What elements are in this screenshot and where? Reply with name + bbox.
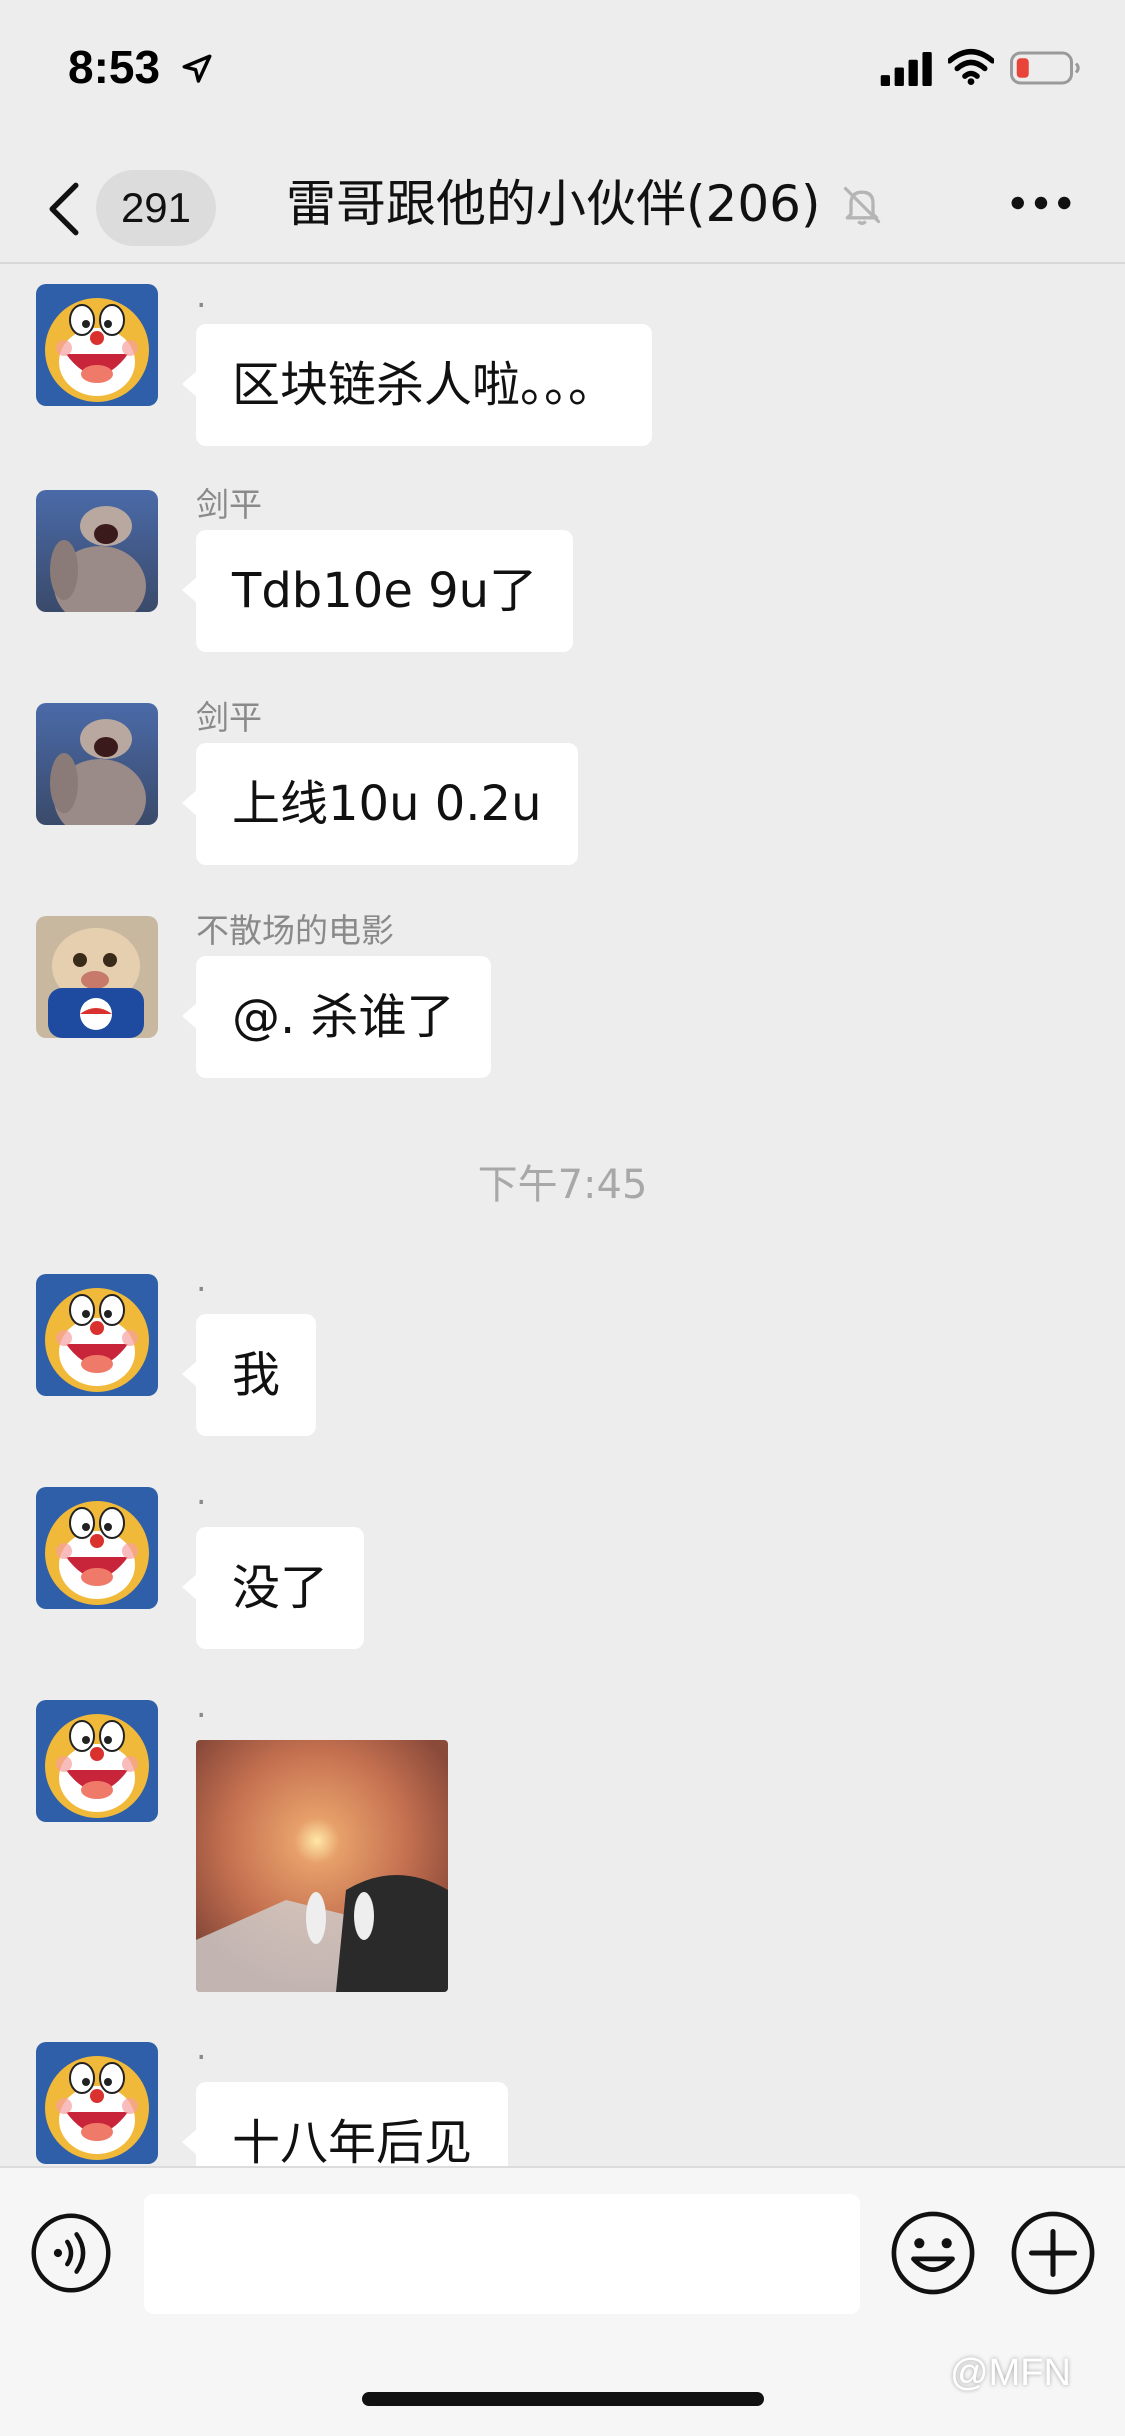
sender-name: . (196, 1260, 207, 1299)
wifi-icon (948, 48, 994, 85)
emoji-icon[interactable] (890, 2210, 976, 2296)
status-bar: 8:53 (0, 0, 1125, 140)
message-input[interactable] (144, 2194, 860, 2314)
message-bubble[interactable]: 我 (181, 1314, 317, 1436)
sender-name: . (196, 276, 207, 315)
battery-low-icon (1010, 51, 1080, 85)
sender-name: . (196, 1473, 207, 1512)
chat-title: 雷哥跟他的小伙伴(206) (286, 175, 821, 233)
sender-name: 剑平 (196, 485, 262, 524)
message-list[interactable]: . 区块链杀人啦。。。 剑平 Tdb10e 9u了 剑平 上线10u 0.2u … (0, 266, 1125, 2166)
more-dots-icon[interactable] (1010, 180, 1072, 226)
sender-name: 不散场的电影 (196, 911, 394, 950)
monkey-avatar[interactable] (36, 703, 158, 825)
sender-name: . (196, 2028, 207, 2067)
watermark: @MFN (950, 2352, 1071, 2394)
home-indicator[interactable] (362, 2392, 764, 2406)
status-time: 8:53 (68, 41, 161, 93)
message-bubble[interactable]: 上线10u 0.2u (182, 743, 578, 865)
photo-message[interactable] (196, 1740, 448, 1992)
unread-count-badge: 291 (96, 170, 216, 246)
doraemon-avatar[interactable] (36, 284, 158, 406)
doraemon-avatar[interactable] (36, 2042, 158, 2164)
cellular-signal-icon (880, 52, 932, 86)
message-bubble[interactable]: 区块链杀人啦。。。 (181, 324, 653, 446)
cat-avatar[interactable] (36, 916, 158, 1038)
voice-icon[interactable] (30, 2212, 112, 2294)
chat-header: 291 雷哥跟他的小伙伴(206) (0, 140, 1125, 264)
mute-bell-icon (843, 186, 881, 225)
chevron-left-icon (49, 182, 79, 236)
sender-name: 剑平 (196, 698, 262, 737)
back-button[interactable]: 291 (40, 170, 220, 246)
plus-icon[interactable] (1010, 2210, 1096, 2296)
time-separator: 下午7:45 (477, 1162, 648, 1208)
message-bubble[interactable]: 没了 (181, 1527, 365, 1649)
sender-name: . (196, 1686, 207, 1725)
doraemon-avatar[interactable] (36, 1700, 158, 1822)
message-bubble[interactable]: 十八年后见 (181, 2082, 509, 2166)
message-bubble[interactable]: Tdb10e 9u了 (181, 530, 574, 652)
location-arrow-icon (182, 54, 212, 83)
doraemon-avatar[interactable] (36, 1487, 158, 1609)
monkey-avatar[interactable] (36, 490, 158, 612)
message-bubble[interactable]: @. 杀谁了 (182, 956, 491, 1078)
doraemon-avatar[interactable] (36, 1274, 158, 1396)
